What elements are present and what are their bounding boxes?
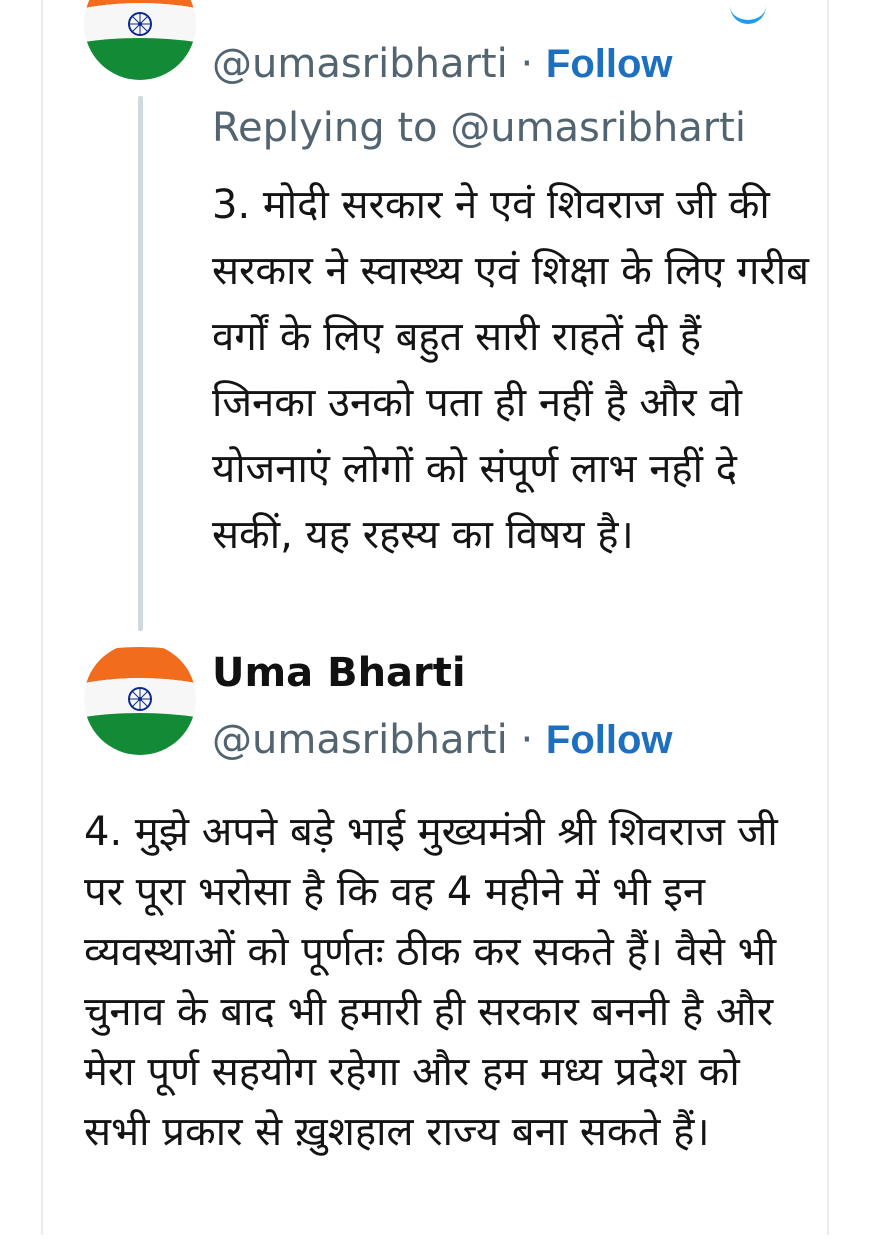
replying-to-label: Replying to @umasribharti: [212, 105, 746, 151]
main-tweet-handle-row: @umasribharti · Follow: [212, 716, 673, 764]
main-tweet-display-name[interactable]: Uma Bharti: [212, 648, 466, 698]
top-tweet-handle-row: @umasribharti · Follow: [212, 40, 673, 88]
timeline-border-left: [41, 0, 43, 1235]
top-tweet-separator: ·: [520, 41, 534, 87]
thread-connector-line: [138, 96, 143, 631]
main-tweet-separator: ·: [520, 717, 534, 763]
indian-flag-avatar-icon: [84, 643, 196, 755]
indian-flag-avatar-icon: [84, 0, 196, 80]
top-tweet-text: 3. मोदी सरकार ने एवं शिवराज जी की सरकार …: [212, 182, 809, 558]
timeline-border-right: [827, 0, 829, 1235]
top-follow-button[interactable]: Follow: [546, 42, 673, 86]
main-tweet-text: 4. मुझे अपने बड़े भाई मुख्यमंत्री श्री श…: [84, 809, 778, 1155]
top-edge-blue-mark: [730, 0, 766, 24]
main-follow-button[interactable]: Follow: [546, 718, 673, 762]
avatar-top[interactable]: [84, 0, 196, 80]
main-tweet-handle[interactable]: @umasribharti: [212, 717, 508, 763]
avatar-main[interactable]: [84, 643, 196, 755]
top-tweet-handle[interactable]: @umasribharti: [212, 41, 508, 87]
